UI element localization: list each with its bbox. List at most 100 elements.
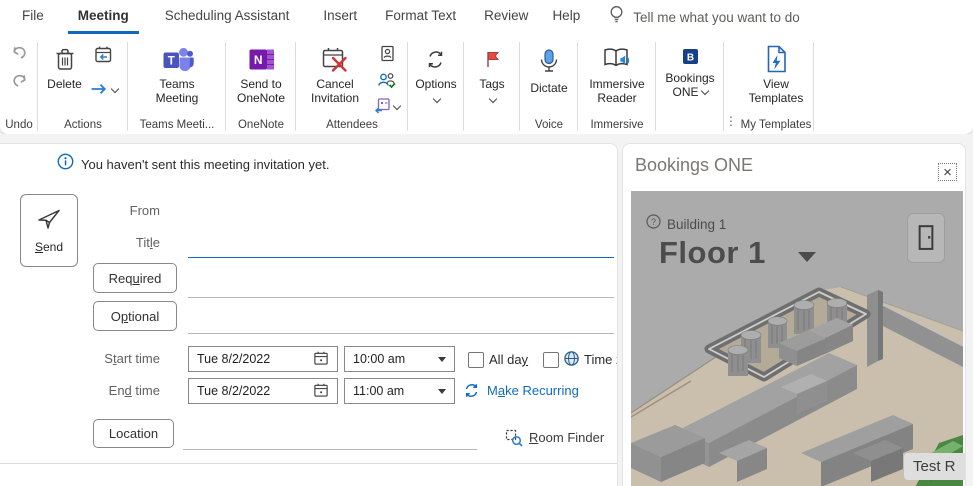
ribbon: Undo Delete bbox=[0, 34, 973, 134]
all-day-checkbox[interactable] bbox=[468, 352, 484, 368]
bookings-one-label-line2: ONE bbox=[672, 85, 698, 99]
delete-label: Delete bbox=[47, 77, 82, 91]
immersive-reader-button[interactable]: Immersive Reader bbox=[586, 43, 648, 105]
optional-button[interactable]: Optional bbox=[93, 301, 177, 331]
group-label-attendees: Attendees bbox=[296, 119, 408, 131]
bookings-one-panel: Bookings ONE × bbox=[622, 143, 966, 486]
floor-map-3d[interactable]: ? Building 1 Floor 1 Test R bbox=[631, 191, 963, 486]
cancel-invitation-label: Cancel Invitation bbox=[303, 77, 367, 105]
from-field[interactable] bbox=[188, 196, 612, 220]
meeting-forward-button[interactable] bbox=[92, 43, 115, 69]
address-book-icon[interactable] bbox=[377, 43, 398, 67]
start-time-label: Start time bbox=[0, 351, 160, 366]
group-label-teams: Teams Meeti... bbox=[128, 119, 226, 131]
flag-icon bbox=[482, 43, 502, 75]
infobar: You haven't sent this meeting invitation… bbox=[57, 153, 329, 175]
location-input[interactable] bbox=[183, 449, 477, 450]
dictate-label: Dictate bbox=[530, 81, 567, 95]
ribbon-group-my-templates: View Templates My Templates bbox=[738, 34, 814, 134]
bookings-one-label-line1: Bookings bbox=[665, 71, 714, 85]
globe-icon bbox=[563, 350, 580, 372]
optional-input[interactable] bbox=[188, 333, 614, 334]
teams-meeting-button[interactable]: T Teams Meeting bbox=[146, 43, 208, 105]
ribbon-group-voice: Dictate Voice bbox=[520, 34, 578, 134]
required-input[interactable] bbox=[188, 297, 614, 298]
delete-button[interactable]: Delete bbox=[47, 43, 82, 97]
cancel-invitation-icon bbox=[321, 43, 349, 75]
from-label: From bbox=[0, 203, 160, 218]
tags-button[interactable]: Tags bbox=[479, 43, 504, 102]
end-time-label: End time bbox=[0, 383, 160, 398]
group-label-my-templates: My Templates bbox=[738, 119, 814, 131]
teams-meeting-label: Teams Meeting bbox=[146, 77, 208, 105]
room-tooltip: Test R bbox=[904, 453, 966, 480]
tab-help[interactable]: Help bbox=[542, 0, 590, 34]
meeting-form: You haven't sent this meeting invitation… bbox=[0, 143, 618, 486]
chevron-down-icon bbox=[111, 85, 119, 93]
room-finder-label: Room Finder bbox=[529, 430, 604, 445]
svg-text:T: T bbox=[167, 56, 174, 68]
tab-insert[interactable]: Insert bbox=[313, 0, 367, 34]
immersive-reader-icon bbox=[602, 43, 632, 75]
undo-button[interactable] bbox=[9, 43, 30, 65]
bookings-icon: B bbox=[682, 43, 699, 69]
redo-button[interactable] bbox=[9, 71, 30, 93]
onenote-icon: N bbox=[247, 43, 276, 75]
tab-meeting[interactable]: Meeting bbox=[68, 0, 139, 34]
view-templates-button[interactable]: View Templates bbox=[743, 43, 809, 105]
dictate-button[interactable]: Dictate bbox=[530, 43, 567, 95]
end-date-picker[interactable]: Tue 8/2/2022 bbox=[188, 378, 338, 404]
help-circle-icon[interactable]: ? bbox=[646, 214, 661, 234]
chevron-down-icon bbox=[489, 95, 497, 103]
response-options-button[interactable] bbox=[373, 96, 401, 115]
options-button[interactable]: Options bbox=[415, 43, 456, 102]
start-date-picker[interactable]: Tue 8/2/2022 bbox=[188, 346, 338, 372]
tab-file[interactable]: File bbox=[12, 0, 54, 34]
ribbon-overflow-dots-icon[interactable]: ⋮ bbox=[725, 114, 737, 128]
view-templates-label: View Templates bbox=[743, 77, 809, 105]
end-time-value: 11:00 am bbox=[353, 384, 438, 398]
send-to-onenote-label: Send to OneNote bbox=[233, 77, 289, 105]
start-time-dropdown[interactable]: 10:00 am bbox=[344, 346, 455, 372]
make-recurring-link[interactable]: Make Recurring bbox=[463, 382, 579, 399]
cancel-invitation-button[interactable]: Cancel Invitation bbox=[303, 43, 367, 115]
building-label: Building 1 bbox=[667, 217, 726, 232]
dropdown-arrow-icon bbox=[438, 389, 446, 394]
infobar-text: You haven't sent this meeting invitation… bbox=[81, 157, 329, 172]
tab-format-text[interactable]: Format Text bbox=[375, 0, 466, 34]
required-button[interactable]: Required bbox=[93, 263, 177, 293]
required-label: Required bbox=[109, 271, 162, 286]
dropdown-arrow-icon bbox=[438, 357, 446, 362]
tab-scheduling-assistant[interactable]: Scheduling Assistant bbox=[155, 0, 300, 34]
bookings-one-button[interactable]: B Bookings ONE bbox=[665, 43, 714, 99]
time-zones-checkbox[interactable] bbox=[543, 352, 559, 368]
group-label-onenote: OneNote bbox=[226, 119, 296, 131]
lightbulb-icon bbox=[608, 4, 625, 31]
start-time-value: 10:00 am bbox=[353, 352, 438, 366]
forward-arrow-button[interactable] bbox=[88, 81, 119, 97]
group-label-immersive: Immersive bbox=[578, 119, 656, 131]
ribbon-group-undo: Undo bbox=[0, 34, 38, 134]
message-body[interactable] bbox=[0, 464, 618, 486]
title-input[interactable] bbox=[188, 232, 614, 258]
teams-icon: T bbox=[161, 43, 194, 75]
floor-label: Floor 1 bbox=[659, 235, 766, 271]
tab-review[interactable]: Review bbox=[474, 0, 538, 34]
door-view-button[interactable] bbox=[907, 213, 945, 263]
tell-me-label: Tell me what you want to do bbox=[633, 10, 800, 25]
all-day-label[interactable]: All day bbox=[489, 352, 528, 367]
location-button[interactable]: Location bbox=[93, 419, 174, 448]
room-finder-button[interactable]: Room Finder bbox=[504, 428, 604, 447]
optional-label: Optional bbox=[111, 309, 159, 324]
group-label-voice: Voice bbox=[520, 119, 578, 131]
ribbon-tab-row: File Meeting Scheduling Assistant Insert… bbox=[0, 0, 973, 34]
close-icon[interactable]: × bbox=[938, 163, 957, 181]
tell-me-box[interactable]: Tell me what you want to do bbox=[608, 4, 800, 31]
request-responses-icon[interactable] bbox=[376, 70, 398, 93]
send-to-onenote-button[interactable]: N Send to OneNote bbox=[233, 43, 289, 105]
svg-text:B: B bbox=[686, 52, 693, 63]
floor-selector[interactable]: Floor 1 bbox=[659, 235, 816, 271]
end-time-dropdown[interactable]: 11:00 am bbox=[344, 378, 455, 404]
view-templates-icon bbox=[763, 43, 789, 75]
time-zones-label[interactable]: Time zones bbox=[584, 352, 618, 367]
